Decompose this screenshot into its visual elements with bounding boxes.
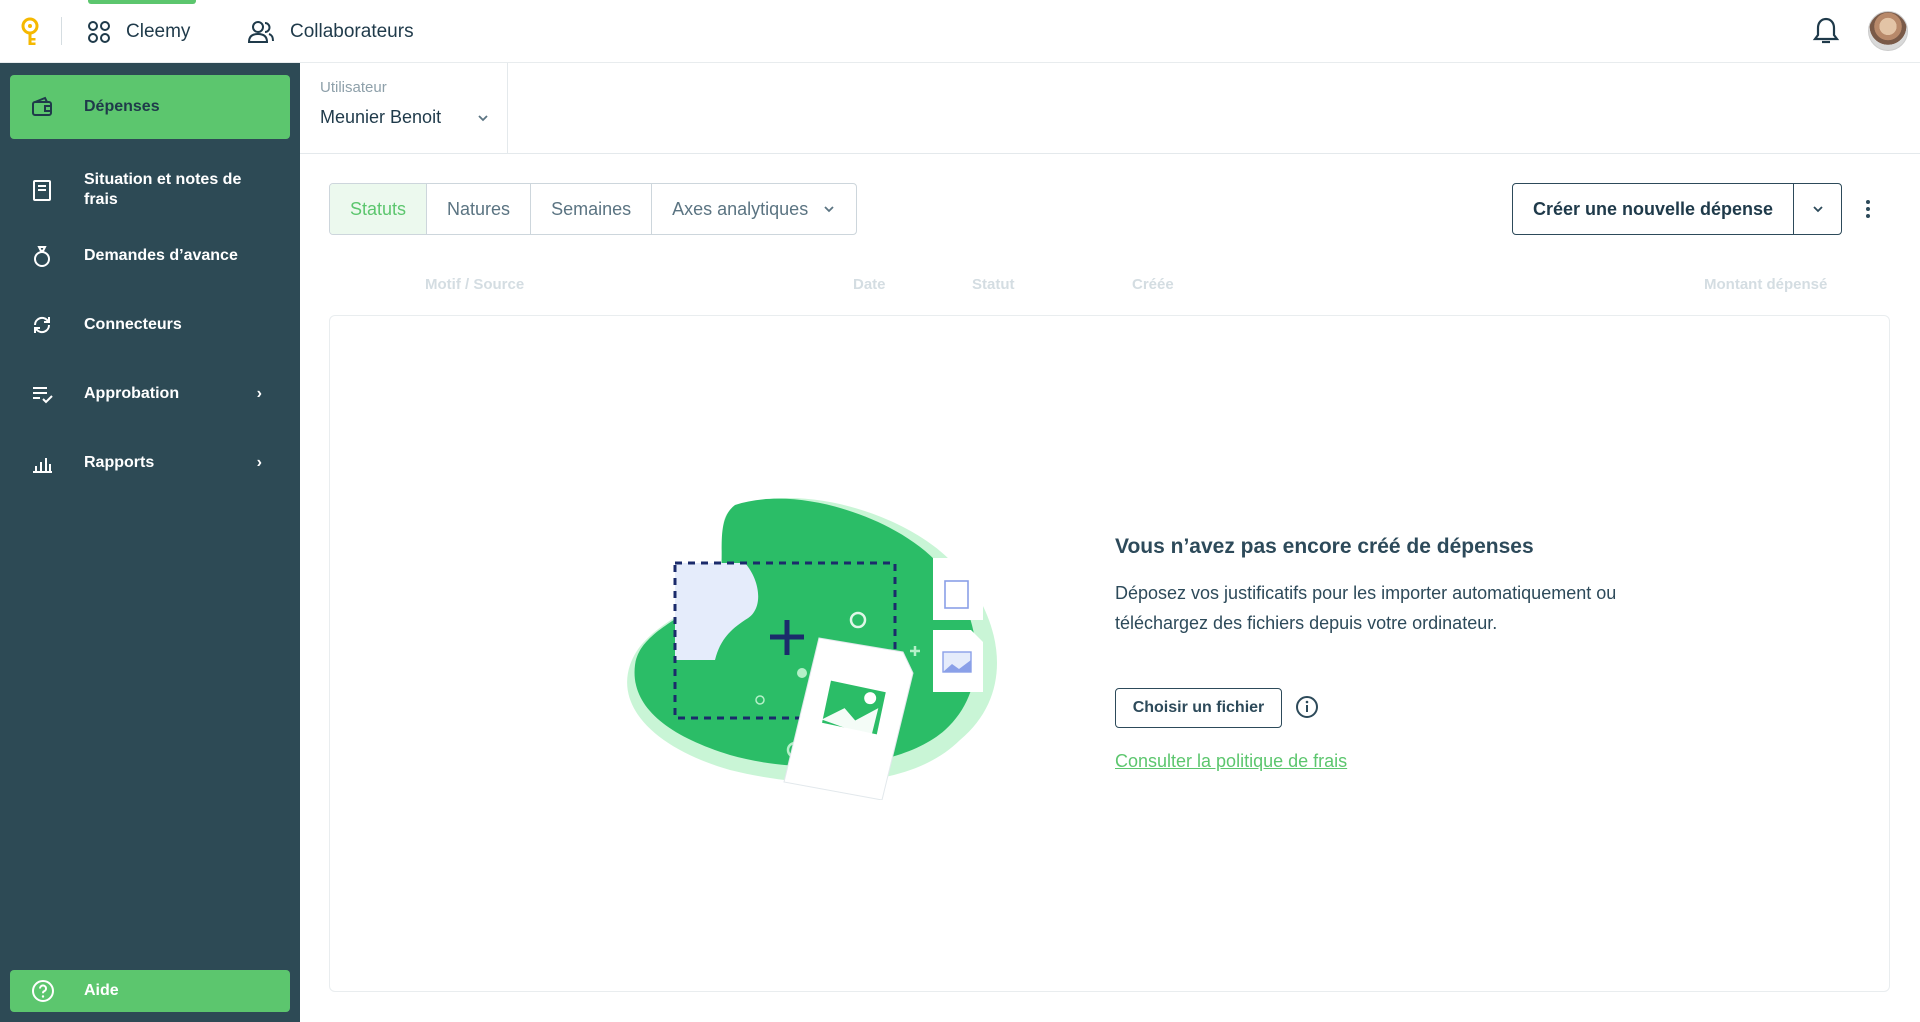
bar-chart-icon [33,458,52,473]
help-button[interactable]: Aide [10,970,290,1012]
tab-statuts[interactable]: Statuts [330,184,428,234]
sidebar-item-situation[interactable]: Situation et notes de frais [10,158,290,222]
tab-label: Semaines [551,198,632,219]
top-bar: Cleemy Collaborateurs [0,0,1920,63]
app-switcher-tab[interactable]: Cleemy [88,0,196,63]
column-header-creee: Créée [1132,276,1174,293]
sidebar-item-label: Situation et notes de frais [84,171,242,208]
tab-label: Axes analytiques [672,198,809,219]
tab-natures[interactable]: Natures [427,184,532,234]
column-header-motif: Motif / Source [425,276,525,293]
empty-state-title: Vous n’avez pas encore créé de dépenses [1115,535,1534,558]
chevron-right-icon: › [256,454,262,471]
sidebar-item-label: Approbation [84,385,180,402]
receipt-icon [33,180,51,201]
sync-icon [33,316,51,334]
users-icon [248,20,274,43]
chevron-down-icon [1812,206,1823,213]
money-bag-icon [34,246,50,267]
column-header-montant: Montant dépensé [1704,276,1828,293]
sidebar-item-approbation[interactable]: Approbation › [10,366,290,422]
collaborators-label: Collaborateurs [290,20,414,42]
empty-state-description: Déposez vos justificatifs pour les impor… [1115,583,1617,633]
bell-icon[interactable] [1812,16,1840,46]
sidebar-item-depenses[interactable]: Dépenses [10,75,290,139]
grouping-tabs: Statuts Natures Semaines Axes analytique… [329,183,858,235]
user-avatar[interactable] [1868,11,1908,51]
tab-semaines[interactable]: Semaines [531,184,653,234]
apps-grid-icon [88,20,110,43]
more-options-icon[interactable] [1862,197,1874,221]
sidebar-item-demandes-avance[interactable]: Demandes d’avance [10,228,290,284]
create-expense-dropdown[interactable] [1794,184,1841,234]
chevron-right-icon: › [256,385,262,402]
upload-illustration[interactable] [620,490,1040,800]
help-circle-icon [32,980,54,1002]
help-label: Aide [84,982,119,999]
sidebar: Dépenses Situation et notes de frais Dem… [0,63,300,1022]
collaborators-tab[interactable]: Collaborateurs [248,0,414,63]
chevron-down-icon [824,206,834,213]
expense-policy-link[interactable]: Consulter la politique de frais [1115,751,1347,772]
tab-label: Statuts [350,198,407,219]
create-expense-button[interactable]: Créer une nouvelle dépense [1513,184,1794,234]
app-switcher-label: Cleemy [126,20,191,42]
user-filter[interactable]: Utilisateur Meunier Benoit [300,63,508,153]
user-filter-label: Utilisateur [320,79,387,96]
column-header-date: Date [853,276,886,293]
sidebar-item-label: Dépenses [84,98,160,115]
create-expense-split-button: Créer une nouvelle dépense [1512,183,1842,235]
choose-file-label: Choisir un fichier [1132,699,1265,716]
sidebar-item-connecteurs[interactable]: Connecteurs [10,297,290,353]
cleemy-logo-icon[interactable] [18,17,42,47]
column-header-statut: Statut [972,276,1015,293]
sidebar-item-label: Demandes d’avance [84,247,238,264]
user-filter-value: Meunier Benoit [320,107,442,127]
choose-file-button[interactable]: Choisir un fichier [1115,688,1282,728]
header-divider [300,153,1920,154]
tab-label: Natures [447,198,511,219]
topbar-divider [61,17,62,45]
sidebar-item-label: Rapports [84,454,155,471]
sidebar-item-label: Connecteurs [84,316,182,333]
list-check-icon [33,387,53,404]
chevron-down-icon [478,115,488,122]
tab-axes-analytiques[interactable]: Axes analytiques [652,184,856,234]
create-expense-label: Créer une nouvelle dépense [1532,198,1774,219]
info-icon[interactable] [1295,695,1319,719]
empty-state-card [329,315,1890,992]
wallet-icon [32,96,52,116]
sidebar-item-rapports[interactable]: Rapports › [10,435,290,491]
active-tab-indicator [88,0,196,4]
